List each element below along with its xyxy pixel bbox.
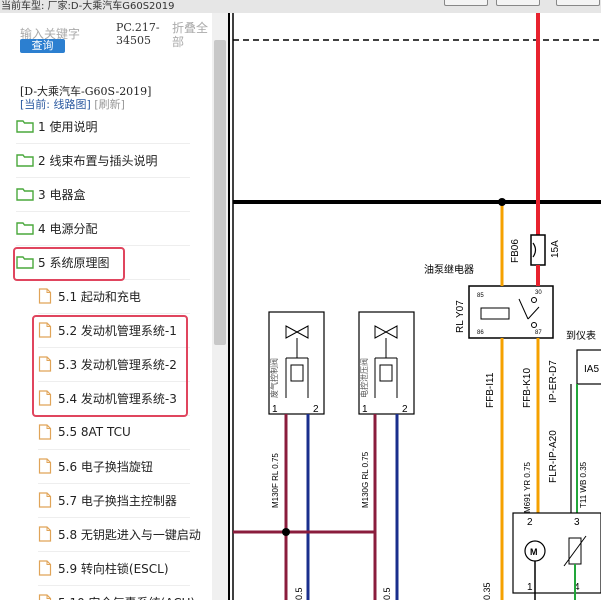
- relay-pin-86: 86: [477, 330, 484, 336]
- search-button[interactable]: 查询: [20, 39, 65, 53]
- tree-item-label: 5.9 转向柱锁(ESCL): [58, 561, 169, 576]
- tree-folder-item[interactable]: 4 电源分配: [16, 211, 190, 246]
- tree-item-label: 5.7 电子换挡主控制器: [58, 493, 177, 508]
- toolbar-button[interactable]: [444, 0, 488, 6]
- tree-file-item[interactable]: 5.9 转向柱锁(ESCL): [38, 551, 190, 586]
- wire-label-m691: M691 YR 0.75: [523, 461, 532, 513]
- fuse-symbol: [530, 234, 546, 266]
- wire-label-ffb-k10: FFB-K10: [522, 368, 533, 408]
- tree-file-item[interactable]: 5.5 8AT TCU: [38, 415, 190, 450]
- document-icon: [38, 560, 52, 576]
- pc-code: PC.217-34505: [116, 21, 160, 47]
- tree-file-item[interactable]: 5.7 电子换挡主控制器: [38, 483, 190, 518]
- valve2-label: 电控泄压阀: [359, 358, 369, 398]
- pump-pin-1: 1: [527, 582, 533, 593]
- wire-label-bottom-mid: 0.5: [382, 587, 392, 600]
- document-icon: [38, 526, 52, 542]
- wire-label-ffb-i11: FFB-I11: [485, 372, 496, 408]
- tree-file-item[interactable]: 5.10 安全气囊系统(ACU): [38, 585, 195, 600]
- svg-text:M: M: [530, 547, 538, 557]
- current-vehicle-label: 当前车型: 厂家:D-大乘汽车G60S2019: [1, 1, 175, 12]
- relay-id: RL Y07: [455, 300, 466, 333]
- relay-pin-30: 30: [535, 290, 542, 296]
- tree-item-label: 2 线束布置与插头说明: [38, 153, 158, 168]
- relay-pin-85: 85: [477, 293, 484, 299]
- highlight-box: [13, 247, 125, 281]
- to-instrument-label: 到仪表: [566, 329, 596, 342]
- document-icon: [38, 594, 52, 600]
- tree-item-label: 5.5 8AT TCU: [58, 425, 131, 439]
- top-bar: 当前车型: 厂家:D-大乘汽车G60S2019: [0, 0, 601, 13]
- highlight-box: [32, 315, 188, 417]
- tree-folder-item[interactable]: 1 使用说明: [16, 109, 190, 144]
- wire-label-bottom-right: 0.35: [482, 582, 492, 600]
- tree-file-item[interactable]: 5.8 无钥匙进入与一键启动: [38, 517, 201, 552]
- valve1-label: 废气控制阀: [269, 358, 279, 398]
- relay-coil: [480, 307, 510, 320]
- tree-item-label: 5.8 无钥匙进入与一键启动: [58, 527, 201, 542]
- folder-icon: [16, 222, 34, 235]
- toolbar-button[interactable]: [496, 0, 540, 6]
- valve2-pin-1: 1: [362, 404, 368, 415]
- folder-icon: [16, 154, 34, 167]
- pump-pin-3: 3: [574, 517, 580, 528]
- wire-label-ip-er-d7: IP-ER-D7: [548, 360, 559, 403]
- tree-item-label: 5.6 电子换挡旋钮: [58, 459, 153, 474]
- document-icon: [38, 424, 52, 440]
- ia5-label: IA5: [584, 364, 599, 375]
- toolbar-button[interactable]: [556, 0, 600, 6]
- fuse-id: FB06: [510, 239, 521, 263]
- collapse-all-link[interactable]: 折叠全部: [172, 21, 212, 49]
- document-icon: [38, 288, 52, 304]
- sidebar-scrollbar-thumb[interactable]: [214, 40, 226, 345]
- valve1-pin-1: 1: [272, 404, 278, 415]
- wire-label-m130f: M130F RL 0.75: [271, 453, 280, 508]
- tree-item-label: 5.1 起动和充电: [58, 289, 141, 304]
- folder-icon: [16, 188, 34, 201]
- valve1-pin-2: 2: [313, 404, 319, 415]
- folder-icon: [16, 120, 34, 133]
- wiring-diagram-canvas: FB06 15A 油泵继电器 85 30 86 87 RL Y07 FFB-I1…: [228, 13, 601, 600]
- tree-file-item[interactable]: 5.6 电子换挡旋钮: [38, 449, 190, 484]
- relay-title: 油泵继电器: [424, 263, 474, 276]
- wiring-diagram: FB06 15A 油泵继电器 85 30 86 87 RL Y07 FFB-I1…: [228, 13, 601, 600]
- pump-pin-2: 2: [527, 517, 533, 528]
- document-icon: [38, 458, 52, 474]
- valve2-pin-2: 2: [402, 404, 408, 415]
- relay-pin-87: 87: [535, 330, 542, 336]
- tree-item-label: 5.10 安全气囊系统(ACU): [58, 594, 195, 600]
- wire-label-bottom-left: 0.5: [294, 587, 304, 600]
- tree-folder-item[interactable]: 2 线束布置与插头说明: [16, 143, 190, 178]
- tree-file-item[interactable]: 5.1 起动和充电: [38, 279, 190, 314]
- wire-label-m130g: M130G RL 0.75: [361, 451, 370, 508]
- wire-label-flr-ip-a20: FLR-IP-A20: [548, 430, 559, 483]
- tree-item-label: 3 电器盒: [38, 187, 86, 202]
- wire-label-t11: T11 WB 0.35: [579, 461, 588, 508]
- tree-item-label: 4 电源分配: [38, 221, 98, 236]
- tree-folder-item[interactable]: 3 电器盒: [16, 177, 190, 212]
- sidebar: 输入关键字 查询 PC.217-34505 折叠全部 [D-大乘汽车-G60S-…: [0, 13, 212, 600]
- fuse-rating: 15A: [550, 240, 561, 258]
- tree-item-label: 1 使用说明: [38, 119, 98, 134]
- document-icon: [38, 492, 52, 508]
